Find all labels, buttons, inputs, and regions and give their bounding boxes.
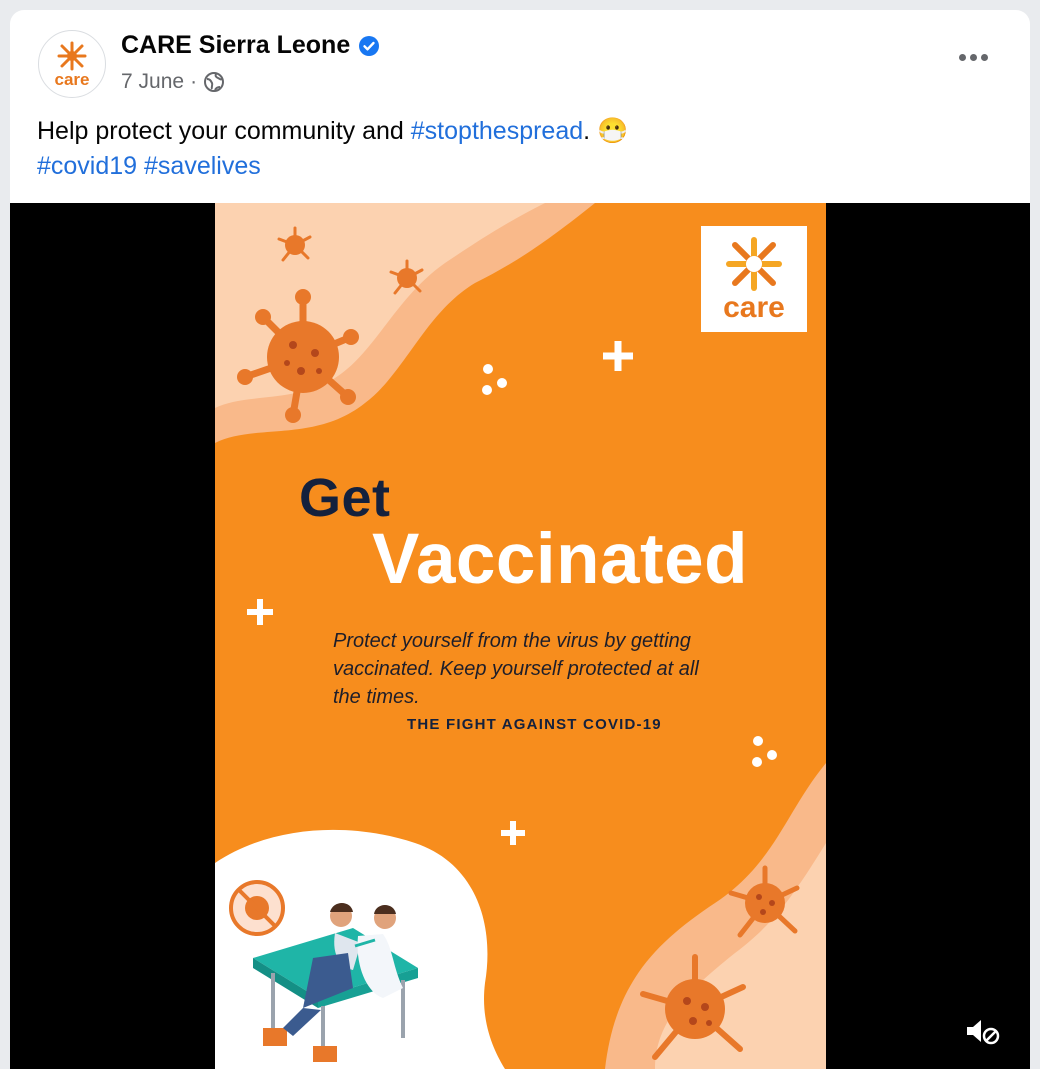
plus-icon (603, 341, 633, 371)
post-media[interactable]: care Get Vaccinated Protect yourself fro… (10, 203, 1030, 1069)
virus-small-icon (389, 259, 424, 295)
post-text-plain: Help protect your community and (37, 117, 411, 145)
vaccination-poster: care Get Vaccinated Protect yourself fro… (215, 203, 826, 1069)
hashtag-covid19[interactable]: #covid19 (37, 152, 137, 180)
virus-medium-icon (728, 865, 800, 938)
mask-emoji: 😷 (597, 117, 629, 145)
dots-decoration (752, 736, 777, 767)
plus-icon (501, 821, 525, 845)
poster-care-text: care (723, 291, 785, 324)
virus-small-icon (277, 226, 312, 262)
care-logo-icon (57, 41, 87, 71)
globe-icon[interactable] (203, 71, 225, 93)
page-avatar[interactable]: care (38, 30, 106, 98)
hashtag-savelives[interactable]: #savelives (144, 152, 261, 180)
poster-body-copy: Protect yourself from the virus by getti… (333, 627, 753, 711)
post-meta: 7 June · (121, 70, 225, 94)
virus-large-icon (237, 289, 359, 423)
plus-icon (247, 599, 273, 625)
post-text-line-2: #covid19 #savelives (37, 149, 628, 184)
dot (959, 54, 966, 61)
virus-large-icon (640, 954, 746, 1060)
post-text-line-1: Help protect your community and #stopthe… (37, 114, 628, 149)
meta-separator: · (190, 70, 198, 93)
poster-tagline: THE FIGHT AGAINST COVID-19 (407, 716, 662, 733)
dot (981, 54, 988, 61)
post-card: care CARE Sierra Leone 7 June · Help pro… (10, 10, 1030, 1069)
more-options-icon[interactable] (959, 54, 988, 61)
body-line: Protect yourself from the virus by getti… (333, 630, 691, 652)
post-text-period: . (583, 117, 591, 145)
body-line: the times. (333, 686, 420, 708)
avatar-care-text: care (54, 70, 90, 89)
dots-decoration (482, 364, 507, 395)
care-logo-icon (726, 237, 782, 291)
post-date[interactable]: 7 June (121, 70, 184, 94)
body-line: vaccinated. Keep yourself protected at a… (333, 658, 699, 680)
dot (970, 54, 977, 61)
poster-care-logo: care (701, 226, 807, 332)
page-name-row: CARE Sierra Leone (121, 31, 380, 60)
vaccination-illustration (253, 903, 418, 1062)
sound-muted-icon[interactable] (964, 1015, 1000, 1047)
page-name[interactable]: CARE Sierra Leone (121, 31, 350, 60)
headline-vaccinated: Vaccinated (372, 520, 748, 599)
verified-badge-icon (359, 35, 380, 56)
hashtag-stopthespread[interactable]: #stopthespread (411, 117, 583, 145)
post-text: Help protect your community and #stopthe… (37, 114, 628, 184)
